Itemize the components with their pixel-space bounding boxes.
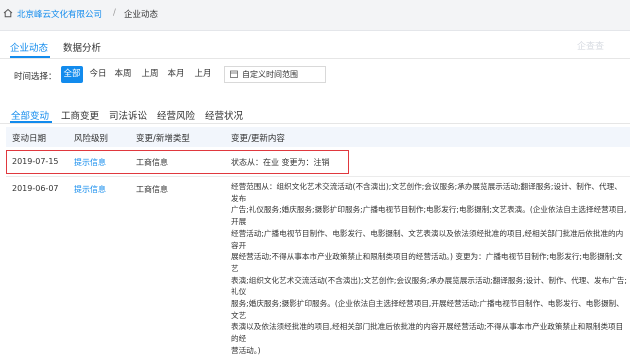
- time-filter-last-month[interactable]: 上月: [193, 66, 213, 83]
- tab-all-changes[interactable]: 全部变动: [11, 108, 49, 122]
- custom-date-range-button[interactable]: 自定义时间范围: [224, 66, 326, 83]
- row2-risk-link[interactable]: 提示信息: [74, 184, 106, 195]
- row2-content-line: 服务;婚庆服务;摄影扩印服务。(企业依法自主选择经营项目,开展经营活动;广播电视…: [231, 299, 624, 320]
- row1-type: 工商信息: [136, 158, 168, 167]
- tab-judicial-litigation[interactable]: 司法诉讼: [109, 108, 147, 122]
- row2-content-line: 表演以及依法须经批准的项目,经相关部门批准后依批准的内容开展经营活动;不得从事本…: [231, 322, 624, 344]
- row2-type: 工商信息: [136, 185, 168, 194]
- tab-operational-status[interactable]: 经营状况: [205, 108, 243, 122]
- breadcrumb-bar: 北京峰云文化有限公司 / 企业动态: [0, 0, 630, 31]
- tab-operational-risk[interactable]: 经营风险: [157, 108, 195, 122]
- custom-date-range-label: 自定义时间范围: [242, 70, 298, 79]
- row1-risk-link[interactable]: 提示信息: [74, 157, 106, 168]
- row2-content-line: 经营活动;广播电视节目制作、电影发行、电影摄制、文艺表演以及依法须经批准的项目,…: [231, 228, 624, 250]
- time-filter-label: 时间选择：: [14, 72, 57, 82]
- row2-content-line: 营活动。): [231, 345, 261, 355]
- breadcrumb-current: 企业动态: [124, 10, 159, 20]
- tab-business-changes[interactable]: 工商变更: [61, 108, 99, 122]
- tab-data-analysis[interactable]: 数据分析: [63, 40, 101, 54]
- time-filter-this-week[interactable]: 本周: [113, 66, 133, 83]
- row2-content-line: 广告;礼仪服务;婚庆服务;摄影扩印服务;广播电视节目制作;电影发行;电影摄制;文…: [231, 205, 627, 227]
- time-filter-last-week[interactable]: 上周: [140, 66, 160, 83]
- brand-watermark-logo: 企查查: [577, 42, 605, 52]
- header-change-type: 变更/新增类型: [136, 134, 190, 144]
- table-header: 变动日期 风险级别 变更/新增类型 变更/更新内容: [6, 127, 630, 147]
- row2-content-line: 经营范围从：组织文化艺术交流活动(不含演出);文艺创作;会议服务;承办展览展示活…: [231, 182, 622, 203]
- row1-content: 状态从：在业 变更为：注销: [231, 158, 330, 167]
- tab-company-dynamics[interactable]: 企业动态: [10, 40, 48, 54]
- row2-content-line: 展经营活动;不得从事本市产业政策禁止和限制类项目的经营活动。) 变更为：广播电视…: [231, 252, 623, 273]
- home-icon[interactable]: [3, 8, 13, 18]
- row2-content-line: 表演;组织文化艺术交流活动(不含演出);文艺创作;会议服务;承办展览展示活动;翻…: [231, 275, 627, 297]
- row1-date: 2019-07-15: [12, 157, 59, 166]
- time-filter-all[interactable]: 全部: [61, 66, 83, 83]
- time-filter-this-month[interactable]: 本月: [166, 66, 186, 83]
- header-change-content: 变更/更新内容: [231, 134, 285, 144]
- header-change-date: 变动日期: [12, 134, 47, 144]
- primary-tabs: 企业动态 数据分析: [0, 34, 630, 59]
- time-filter-today[interactable]: 今日: [89, 66, 107, 83]
- header-risk-level: 风险级别: [74, 134, 109, 144]
- row2-date: 2019-06-07: [12, 184, 59, 193]
- breadcrumb-separator: /: [113, 8, 116, 18]
- calendar-icon: [230, 70, 238, 78]
- breadcrumb-company-link[interactable]: 北京峰云文化有限公司: [17, 8, 102, 20]
- subtabs-divider: [0, 123, 630, 124]
- change-type-tabs: 全部变动 工商变更 司法诉讼 经营风险 经营状况: [0, 104, 630, 124]
- row2-content: 经营范围从：组织文化艺术交流活动(不含演出);文艺创作;会议服务;承办展览展示活…: [231, 181, 627, 357]
- row-separator: [6, 176, 630, 177]
- active-tab-indicator: [10, 56, 50, 58]
